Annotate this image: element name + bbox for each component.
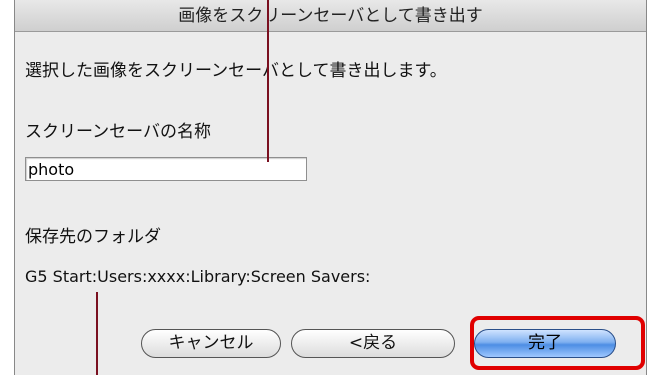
back-button[interactable]: <戻る	[291, 329, 455, 358]
name-input-callout-line	[267, 0, 269, 162]
dialog-title: 画像をスクリーンセーバとして書き出す	[15, 0, 646, 32]
folder-path-callout-line	[96, 292, 98, 375]
export-screensaver-dialog: 画像をスクリーンセーバとして書き出す 選択した画像をスクリーンセーバとして書き出…	[14, 0, 647, 375]
destination-folder-path: G5 Start:Users:xxxx:Library:Screen Saver…	[25, 267, 371, 286]
destination-folder-label: 保存先のフォルダ	[25, 227, 161, 247]
screensaver-name-label: スクリーンセーバの名称	[25, 122, 211, 142]
screensaver-name-input[interactable]	[25, 157, 307, 181]
cancel-button[interactable]: キャンセル	[141, 329, 281, 358]
dialog-message: 選択した画像をスクリーンセーバとして書き出します。	[25, 61, 447, 81]
done-button[interactable]: 完了	[474, 329, 616, 358]
